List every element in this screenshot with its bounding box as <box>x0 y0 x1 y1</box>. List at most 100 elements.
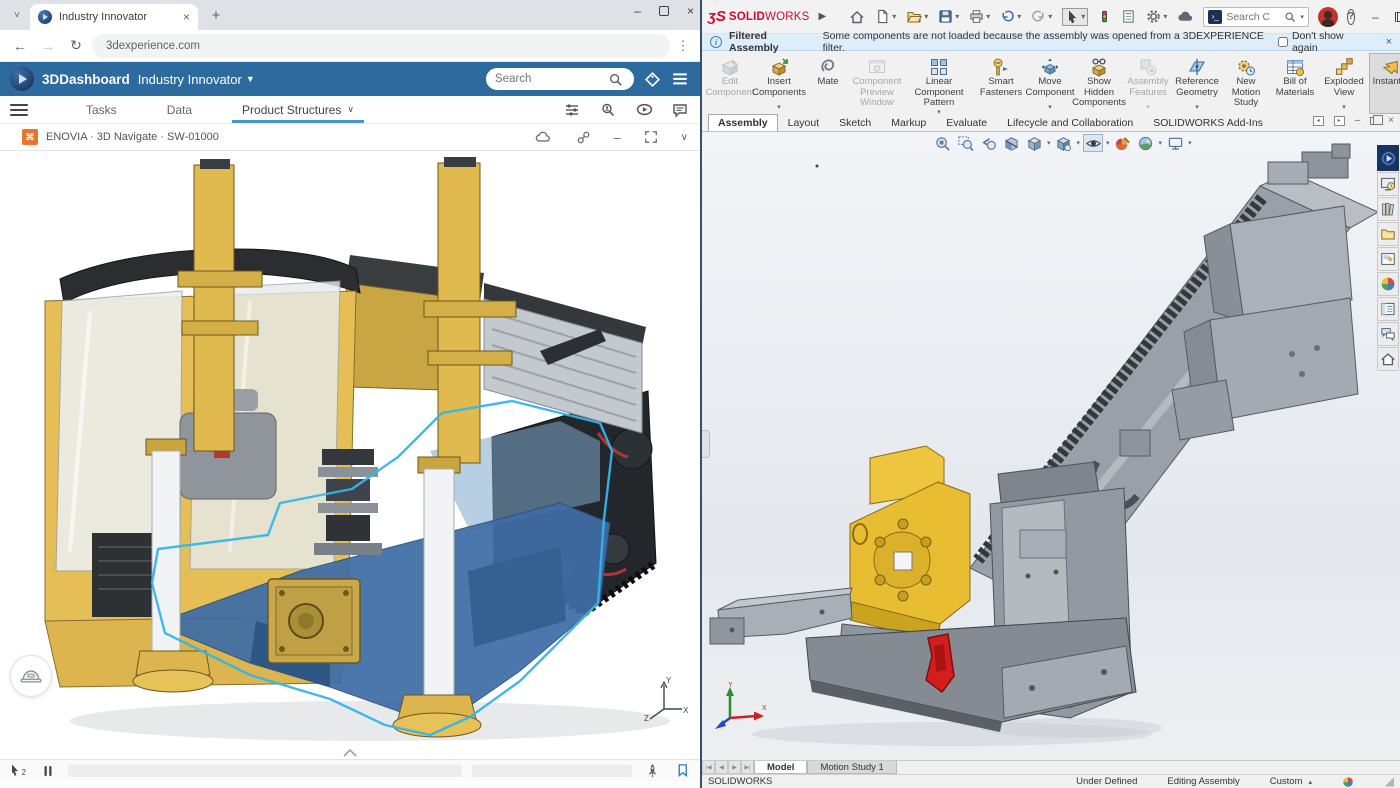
rocket-icon[interactable] <box>642 761 662 781</box>
widget-minimize-icon[interactable]: – <box>613 130 620 145</box>
assistant-helmet-button[interactable] <box>10 655 52 697</box>
tab-lifecycle-collaboration[interactable]: Lifecycle and Collaboration <box>997 114 1143 131</box>
redo-button[interactable]: ▾ <box>1031 9 1052 24</box>
ribbon-assembly-features[interactable]: Assembly Features▾ <box>1124 53 1172 114</box>
print-button[interactable]: ▾ <box>969 9 990 24</box>
new-document-button[interactable]: ▾ <box>875 9 896 24</box>
doc-close-icon[interactable]: × <box>1388 115 1394 126</box>
ribbon-move-component[interactable]: Move Component▾ <box>1026 53 1074 114</box>
widget-collapse-icon[interactable]: ∨ <box>681 132 688 143</box>
browser-close-button[interactable]: × <box>687 4 694 18</box>
help-button[interactable]: ? <box>1347 9 1355 25</box>
sw-3d-model[interactable] <box>702 132 1400 760</box>
comments-icon[interactable] <box>670 100 690 120</box>
taskpane-forum-icon[interactable] <box>1377 322 1399 346</box>
search-icon[interactable] <box>605 69 625 89</box>
dock-left-icon[interactable]: ◂ <box>1313 116 1324 126</box>
options-button[interactable]: ▾ <box>1146 9 1167 24</box>
user-avatar[interactable] <box>1318 7 1338 27</box>
sw-restore-button[interactable] <box>1395 12 1400 22</box>
infobar-close-icon[interactable]: × <box>1386 36 1392 48</box>
taskpane-home-icon[interactable] <box>1377 347 1399 371</box>
dashboard-search[interactable] <box>486 68 634 90</box>
tab-layout[interactable]: Layout <box>778 114 830 131</box>
multiselect-cursor-icon[interactable] <box>8 761 28 781</box>
sw-minimize-button[interactable]: – <box>1372 10 1379 24</box>
ribbon-bill-of-materials[interactable]: Bill of Materials <box>1271 53 1319 114</box>
taskpane-view-palette-icon[interactable] <box>1377 247 1399 271</box>
model-tab[interactable]: Model <box>754 761 807 774</box>
tab-assembly[interactable]: Assembly <box>708 114 778 131</box>
tag-icon[interactable] <box>642 69 662 89</box>
ribbon-component-preview-window[interactable]: Component Preview Window <box>853 53 901 114</box>
address-bar[interactable]: 3dexperience.com <box>92 34 670 58</box>
search-widget-icon[interactable] <box>598 100 618 120</box>
taskpane-design-library-icon[interactable] <box>1377 197 1399 221</box>
dashboard-name[interactable]: Industry Innovator▼ <box>138 72 255 87</box>
taskpane-custom-properties-icon[interactable] <box>1377 297 1399 321</box>
undo-button[interactable]: ▾ <box>1000 9 1021 24</box>
tab-data[interactable]: Data <box>145 96 214 123</box>
tab-markup[interactable]: Markup <box>881 114 936 131</box>
tab-scroll-next-icon[interactable]: ▶ <box>728 761 741 774</box>
platform-menu-icon[interactable] <box>670 69 690 89</box>
tab-search-chevron-icon[interactable]: ˅ <box>4 3 30 27</box>
save-button[interactable]: ▾ <box>938 9 959 24</box>
ribbon-new-motion-study[interactable]: New Motion Study <box>1222 53 1270 114</box>
browser-minimize-button[interactable]: – <box>634 4 641 18</box>
pause-icon[interactable] <box>38 761 58 781</box>
sw-search-input[interactable] <box>1226 11 1280 23</box>
3ddashboard-logo-icon[interactable] <box>10 67 34 91</box>
ribbon-edit-component[interactable]: Edit Component <box>706 53 754 114</box>
ribbon-smart-fasteners[interactable]: Smart Fasteners <box>977 53 1025 114</box>
tab-solidworks-addins[interactable]: SOLIDWORKS Add-Ins <box>1143 114 1273 131</box>
taskpane-3dexperience-icon[interactable] <box>1377 145 1399 171</box>
motion-study-tab[interactable]: Motion Study 1 <box>807 761 896 774</box>
tab-scroll-first-icon[interactable]: |◀ <box>702 761 715 774</box>
tab-scroll-last-icon[interactable]: ▶| <box>741 761 754 774</box>
doc-restore-icon[interactable] <box>1370 117 1378 125</box>
ribbon-mate[interactable]: Mate <box>804 53 852 114</box>
forward-button[interactable]: → <box>36 38 60 54</box>
home-button[interactable] <box>849 9 865 25</box>
tab-scroll-prev-icon[interactable]: ◀ <box>715 761 728 774</box>
ribbon-insert-components[interactable]: Insert Components▾ <box>755 53 803 114</box>
dock-right-icon[interactable]: ▸ <box>1334 116 1345 126</box>
feature-tree-collapse-tab[interactable] <box>702 430 710 458</box>
left-3d-model[interactable] <box>0 151 700 759</box>
menu-expand-arrow-icon[interactable]: ▶ <box>819 11 827 22</box>
dont-show-again-checkbox[interactable] <box>1278 37 1288 47</box>
sw-graphics-area[interactable]: ▾ ▾ ▾ ▾ ▾ <box>702 132 1400 760</box>
sw-search-box[interactable]: ›_ ▾ <box>1203 7 1309 27</box>
file-properties-button[interactable] <box>1121 9 1136 24</box>
bookmark-flag-icon[interactable] <box>672 761 692 781</box>
viewport-expand-chevron[interactable] <box>343 749 357 757</box>
browser-menu-icon[interactable]: ⋮ <box>674 38 692 54</box>
browser-tab[interactable]: Industry Innovator × <box>30 4 198 30</box>
dashboard-burger-icon[interactable] <box>10 104 28 116</box>
ribbon-exploded-view[interactable]: Exploded View▾ <box>1320 53 1368 114</box>
dashboard-search-input[interactable] <box>495 73 599 85</box>
doc-minimize-icon[interactable]: – <box>1355 115 1361 126</box>
taskpane-appearances-icon[interactable] <box>1377 272 1399 296</box>
ribbon-reference-geometry[interactable]: Reference Geometry▾ <box>1173 53 1221 114</box>
browser-restore-button[interactable] <box>659 6 669 16</box>
tab-sketch[interactable]: Sketch <box>829 114 881 131</box>
select-tool-button[interactable]: ▾ <box>1062 8 1088 26</box>
resize-grip[interactable] <box>1384 777 1394 787</box>
ribbon-instant3d[interactable]: Instant3D <box>1369 53 1400 114</box>
player-timeline[interactable] <box>68 765 462 777</box>
back-button[interactable]: ← <box>8 38 32 54</box>
tab-evaluate[interactable]: Evaluate <box>936 114 997 131</box>
tab-close-icon[interactable]: × <box>183 11 190 23</box>
cloud-services-icon[interactable] <box>1177 8 1194 25</box>
tab-product-structures[interactable]: Product Structures∨ <box>220 96 376 123</box>
widget-settings-icon[interactable] <box>562 100 582 120</box>
share-link-icon[interactable] <box>573 127 593 147</box>
taskpane-file-explorer-icon[interactable] <box>1377 222 1399 246</box>
reload-button[interactable]: ↻ <box>64 37 88 54</box>
taskpane-resources-icon[interactable] <box>1377 172 1399 196</box>
open-button[interactable]: ▾ <box>906 9 928 25</box>
ribbon-show-hidden-components[interactable]: Show Hidden Components <box>1075 53 1123 114</box>
player-timeline-secondary[interactable] <box>472 765 632 777</box>
